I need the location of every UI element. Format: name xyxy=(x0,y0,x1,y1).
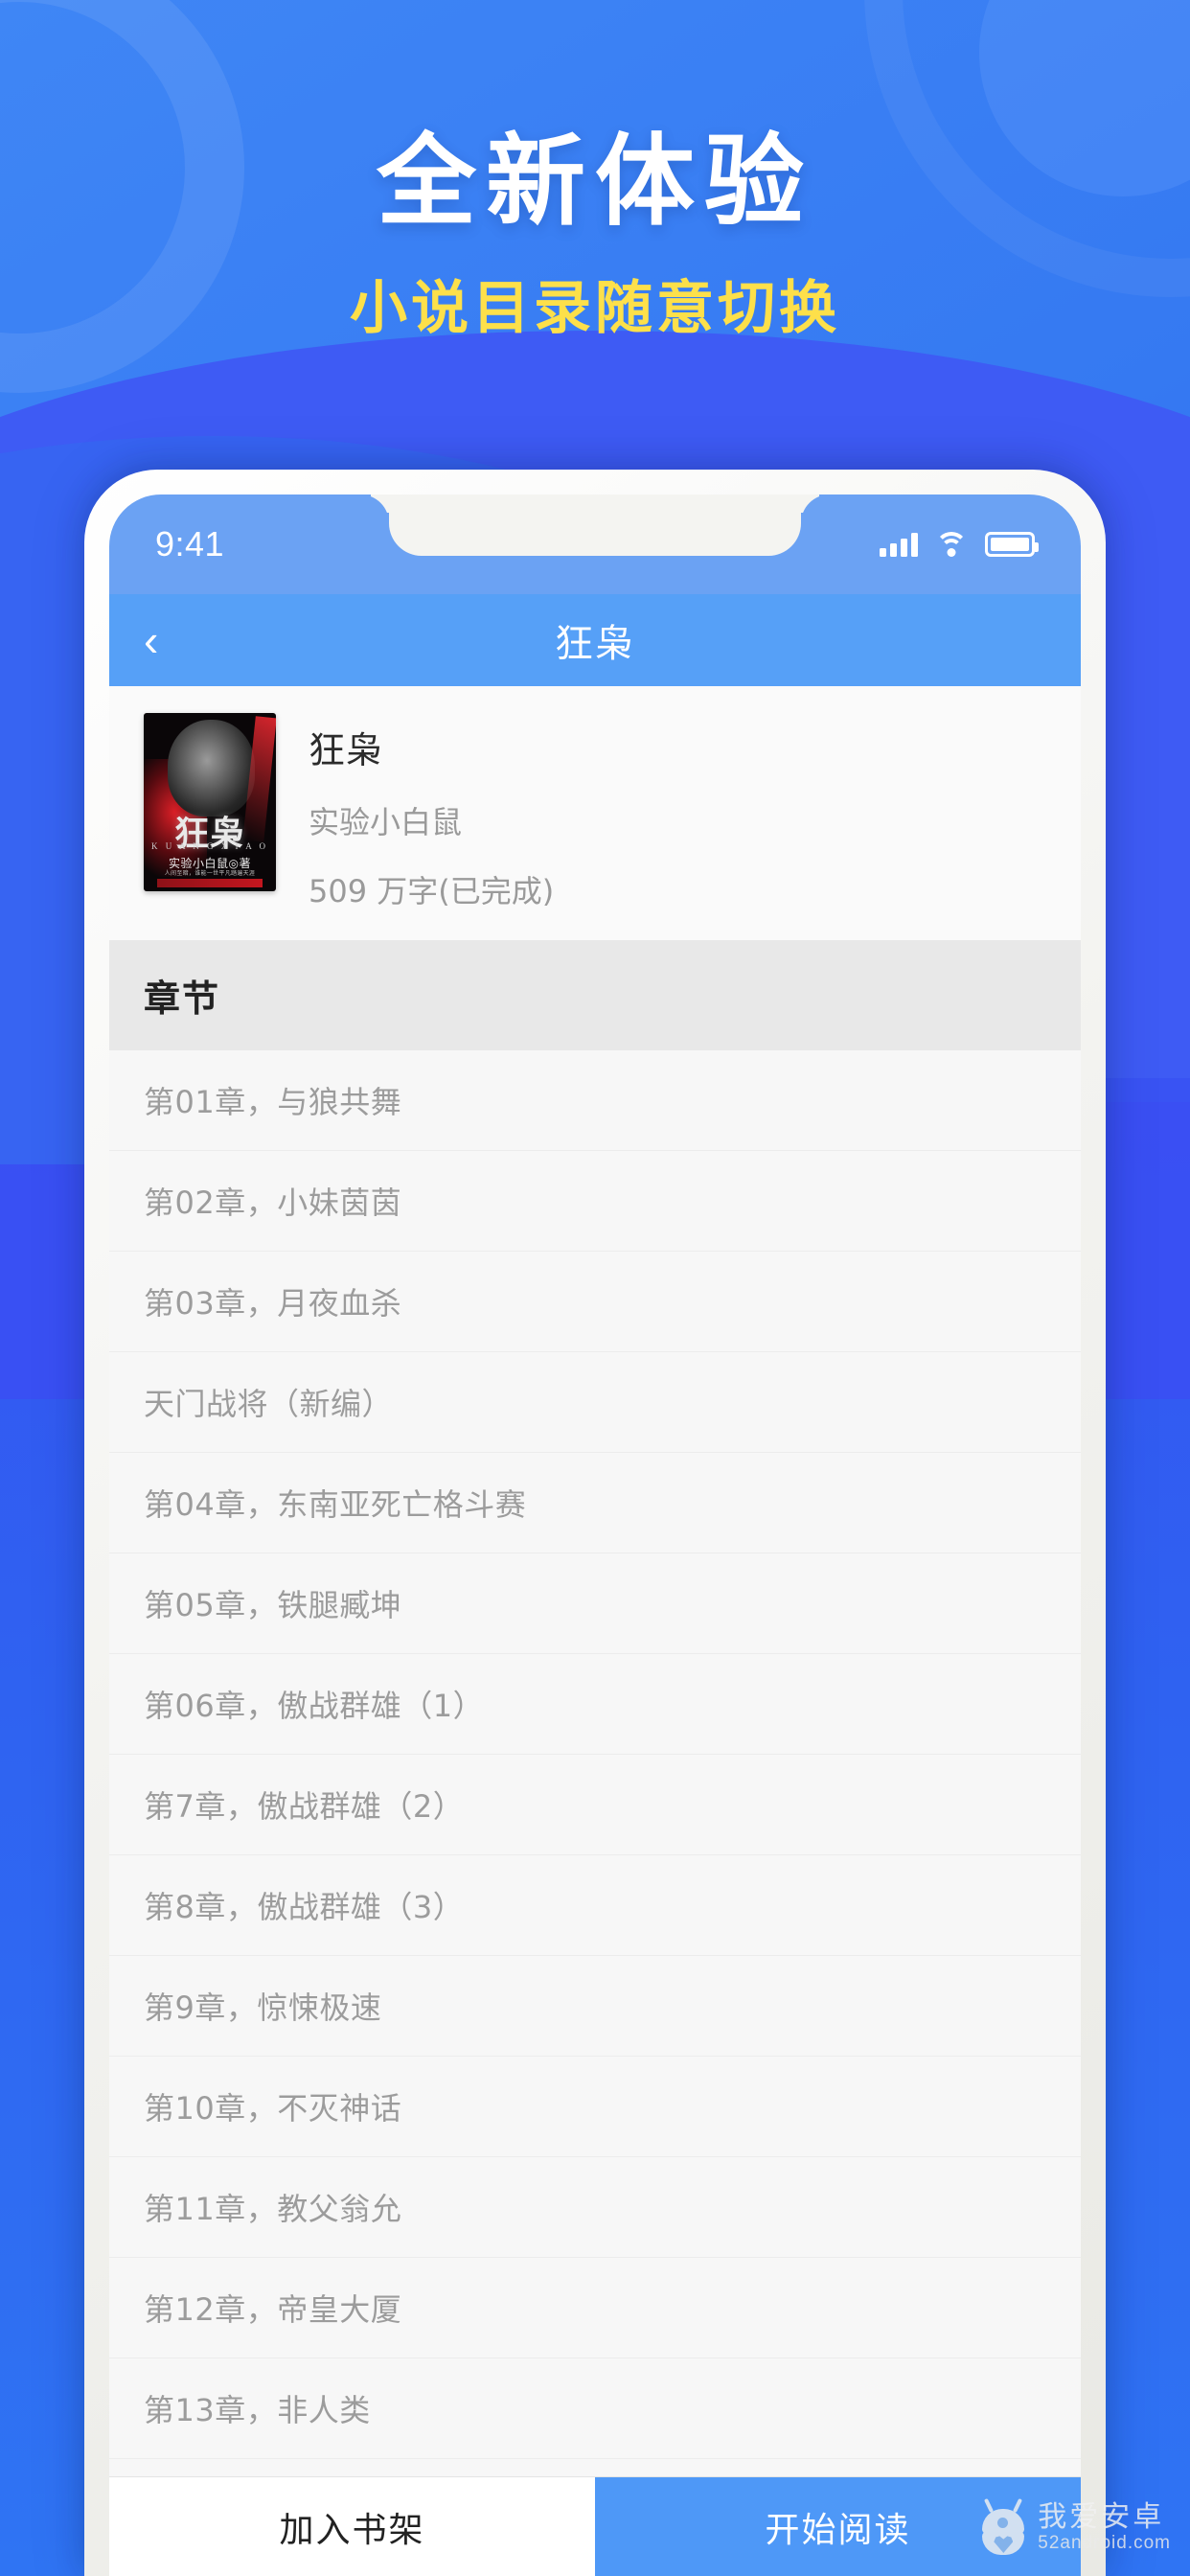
chapter-row[interactable]: 第04章，东南亚死亡格斗赛 xyxy=(109,1453,1081,1553)
chapter-row[interactable]: 第02章，小妹茵茵 xyxy=(109,1151,1081,1252)
book-metadata: 狂枭 实验小白鼠 509 万字(已完成) xyxy=(309,713,1046,911)
hero-subheadline: 小说目录随意切换 xyxy=(350,274,840,342)
phone-mockup: 9:41 ‹ 狂枭 狂枭 K U A N G X I A O 实验小白鼠◎著 人… xyxy=(84,470,1106,2576)
cover-banner-bar xyxy=(156,878,263,887)
back-icon[interactable]: ‹ xyxy=(144,618,158,662)
chapters-section-header: 章节 xyxy=(109,940,1081,1050)
hero-text-block: 全新体验 小说目录随意切换 xyxy=(0,123,1190,345)
book-info-section: 狂枭 K U A N G X I A O 实验小白鼠◎著 人间至暗，谁能一世平凡… xyxy=(109,686,1081,940)
chapter-row[interactable]: 天门战将（新编） xyxy=(109,1352,1081,1453)
signal-icon xyxy=(880,532,918,557)
chapter-row[interactable]: 第03章，月夜血杀 xyxy=(109,1252,1081,1352)
watermark-site: 52android.com xyxy=(1038,2533,1171,2554)
watermark: 我爱安卓 52android.com xyxy=(978,2497,1171,2555)
book-title: 狂枭 xyxy=(309,729,384,771)
watermark-name: 我爱安卓 xyxy=(1038,2499,1165,2534)
book-word-count: 509 万字(已完成) xyxy=(309,873,555,909)
phone-notch xyxy=(389,494,801,556)
add-to-shelf-button[interactable]: 加入书架 xyxy=(109,2477,595,2576)
book-author: 实验小白鼠 xyxy=(309,804,463,840)
phone-frame: 9:41 ‹ 狂枭 狂枭 K U A N G X I A O 实验小白鼠◎著 人… xyxy=(84,470,1106,2576)
book-cover-image[interactable]: 狂枭 K U A N G X I A O 实验小白鼠◎著 人间至暗，谁能一世平凡… xyxy=(144,713,276,891)
chapter-row[interactable]: 第01章，与狼共舞 xyxy=(109,1050,1081,1151)
android-robot-icon xyxy=(978,2497,1028,2555)
chapter-row[interactable]: 第12章，帝皇大厦 xyxy=(109,2258,1081,2358)
chapter-row[interactable]: 第13章，非人类 xyxy=(109,2358,1081,2459)
hero-headline: 全新体验 xyxy=(376,123,813,240)
chapter-row[interactable]: 第11章，教父翁允 xyxy=(109,2157,1081,2258)
chapter-row[interactable]: 第9章，惊悚极速 xyxy=(109,1956,1081,2057)
status-bar-icons xyxy=(880,532,1039,557)
cover-pinyin: K U A N G X I A O xyxy=(150,840,268,851)
chapter-row[interactable]: 第06章，傲战群雄（1） xyxy=(109,1654,1081,1755)
phone-screen: 9:41 ‹ 狂枭 狂枭 K U A N G X I A O 实验小白鼠◎著 人… xyxy=(109,494,1081,2576)
bottom-action-bar: 加入书架 开始阅读 xyxy=(109,2476,1081,2576)
chapter-row[interactable]: 第8章，傲战群雄（3） xyxy=(109,1855,1081,1956)
wifi-icon xyxy=(935,532,968,557)
status-bar-clock: 9:41 xyxy=(155,524,225,564)
chapter-row[interactable]: 第7章，傲战群雄（2） xyxy=(109,1755,1081,1855)
status-bar: 9:41 xyxy=(109,494,1081,594)
cover-tagline: 人间至暗，谁能一世平凡踏遍天涯 xyxy=(164,870,256,877)
chapter-list[interactable]: 第01章，与狼共舞 第02章，小妹茵茵 第03章，月夜血杀 天门战将（新编） 第04章，… xyxy=(109,1050,1081,2576)
cover-face-art xyxy=(167,720,255,816)
battery-icon xyxy=(985,532,1039,557)
watermark-text: 我爱安卓 52android.com xyxy=(1038,2499,1171,2554)
chapter-row[interactable]: 第05章，铁腿臧坤 xyxy=(109,1553,1081,1654)
chapter-row[interactable]: 第10章，不灭神话 xyxy=(109,2057,1081,2157)
app-bar: ‹ 狂枭 xyxy=(109,594,1081,686)
page-title: 狂枭 xyxy=(555,622,635,666)
